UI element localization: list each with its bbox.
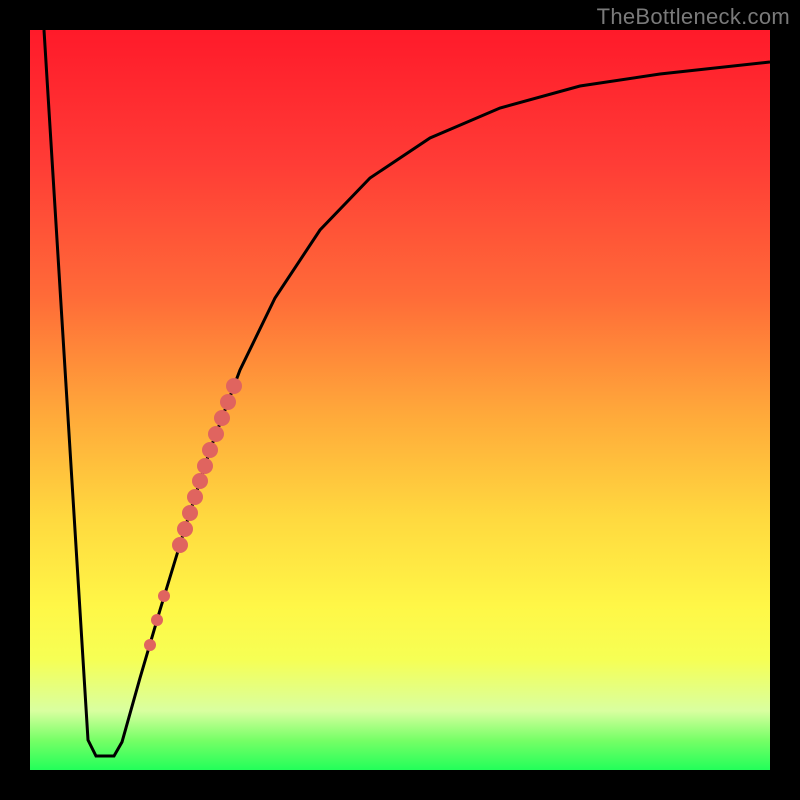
chart-frame: TheBottleneck.com <box>0 0 800 800</box>
highlight-dot <box>202 442 218 458</box>
highlight-dot <box>187 489 203 505</box>
highlight-dot <box>172 537 188 553</box>
highlight-dot <box>220 394 236 410</box>
curve-svg <box>30 30 770 770</box>
highlight-dot <box>208 426 224 442</box>
highlight-dot <box>177 521 193 537</box>
highlight-dot <box>197 458 213 474</box>
highlight-dot <box>144 639 156 651</box>
highlight-dot <box>182 505 198 521</box>
highlight-dot <box>151 614 163 626</box>
highlight-dot <box>158 590 170 602</box>
plot-area <box>30 30 770 770</box>
highlight-dot <box>214 410 230 426</box>
highlight-dot <box>192 473 208 489</box>
highlight-dot <box>226 378 242 394</box>
watermark-text: TheBottleneck.com <box>597 4 790 30</box>
